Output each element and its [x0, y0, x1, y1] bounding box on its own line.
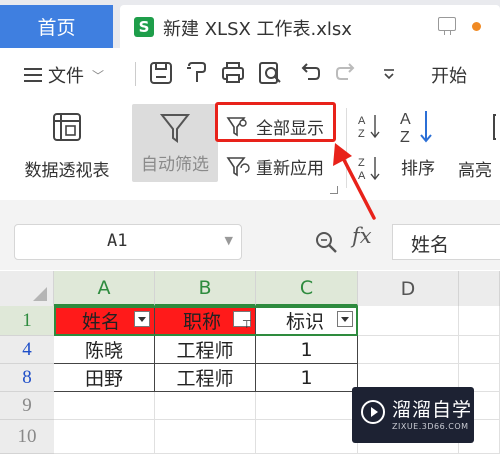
reapply-label: 重新应用 [256, 159, 324, 179]
table-cell[interactable]: 工程师 [155, 336, 256, 364]
dialog-launcher-icon[interactable] [330, 186, 338, 194]
fx-icon[interactable]: fx [352, 224, 372, 248]
table-cell[interactable]: 工程师 [155, 364, 256, 392]
sort-label: 排序 [401, 159, 435, 179]
tab-home[interactable]: 首页 [0, 5, 113, 48]
highlight-duplicates-button[interactable]: 高亮 [458, 112, 500, 181]
svg-text:Z: Z [400, 129, 410, 144]
unsaved-dot-icon [472, 22, 481, 31]
toolbar-divider [135, 62, 136, 86]
save-icon[interactable] [148, 60, 174, 86]
chevron-down-icon: ﹀ [92, 68, 105, 83]
pivot-table-icon [53, 113, 81, 141]
autofilter-label: 自动筛选 [141, 155, 209, 175]
filter-active-icon[interactable] [233, 311, 251, 327]
table-cell[interactable] [358, 306, 459, 336]
table-cell[interactable] [256, 392, 358, 420]
watermark-url: ZIXUE.3D66.COM [392, 422, 469, 431]
table-cell[interactable] [358, 336, 459, 364]
file-menu-button[interactable]: 文件 ﹀ [24, 62, 104, 88]
row-header-10[interactable]: 10 [0, 420, 54, 454]
table-cell[interactable] [155, 420, 256, 454]
svg-text:Z: Z [358, 157, 365, 169]
more-dropdown-icon[interactable] [376, 60, 402, 86]
svg-text:A: A [358, 115, 366, 127]
filter-dropdown-icon[interactable] [134, 311, 150, 327]
column-header-a[interactable]: A [54, 271, 155, 306]
ribbon-divider [346, 108, 347, 188]
redo-icon[interactable] [334, 60, 360, 86]
sort-button[interactable]: A Z 排序 [393, 108, 443, 179]
table-cell[interactable]: 1 [256, 364, 358, 392]
autofilter-button[interactable]: 自动筛选 [132, 104, 218, 182]
spreadsheet-icon: S [134, 17, 154, 37]
highlight-icon [493, 114, 496, 140]
tab-document[interactable]: S 新建 XLSX 工作表.xlsx [120, 5, 500, 48]
formula-bar: A1 ▼ fx 姓名 [0, 218, 500, 270]
format-painter-icon[interactable] [184, 60, 210, 86]
table-cell[interactable] [459, 306, 500, 336]
spreadsheet-icon-letter: S [138, 18, 150, 36]
quick-toolbar: 文件 ﹀ 开始 [0, 48, 500, 98]
hamburger-icon [24, 68, 42, 82]
row-header-4[interactable]: 4 [0, 336, 54, 364]
table-cell[interactable]: 陈晓 [54, 336, 155, 364]
formula-input[interactable]: 姓名 [392, 224, 500, 260]
sort-descending-icon[interactable]: Z A [356, 154, 384, 182]
header-cell-title[interactable]: 职称 [155, 306, 256, 336]
window-display-icon[interactable] [438, 17, 456, 35]
header-cell-flag-text: 标识 [286, 311, 325, 333]
sort-ascending-icon[interactable]: A Z [356, 112, 384, 140]
reapply-button[interactable]: 重新应用 [226, 154, 324, 179]
table-cell[interactable] [155, 392, 256, 420]
title-bar: 首页 S 新建 XLSX 工作表.xlsx [0, 0, 500, 48]
pivot-table-label: 数据透视表 [24, 161, 110, 181]
chevron-down-icon[interactable]: ▼ [225, 234, 233, 247]
column-header-b[interactable]: B [155, 271, 256, 306]
formula-content: 姓名 [411, 234, 450, 256]
filter-reapply-icon [226, 156, 250, 176]
column-header-e[interactable] [459, 271, 500, 306]
svg-text:A: A [400, 111, 411, 128]
show-all-highlight-frame [215, 102, 336, 142]
table-cell[interactable]: 1 [256, 336, 358, 364]
watermark-logo: 溜溜自学 ZIXUE.3D66.COM [352, 387, 474, 443]
column-header-c[interactable]: C [256, 271, 358, 306]
toolbar-gap [0, 200, 500, 218]
svg-text:Z: Z [358, 128, 365, 140]
row-header-8[interactable]: 8 [0, 364, 54, 392]
print-icon[interactable] [220, 60, 246, 86]
table-cell[interactable] [54, 420, 155, 454]
file-menu-label: 文件 [48, 66, 84, 87]
table-cell[interactable] [256, 420, 358, 454]
tab-home-label: 首页 [37, 17, 76, 39]
filter-dropdown-icon[interactable] [337, 311, 353, 327]
header-cell-name[interactable]: 姓名 [54, 306, 155, 336]
highlight-label: 高亮 [458, 161, 492, 181]
pivot-table-button[interactable]: 数据透视表 [18, 112, 116, 181]
header-cell-title-text: 职称 [183, 311, 222, 333]
print-preview-icon[interactable] [257, 60, 283, 86]
table-cell[interactable] [54, 392, 155, 420]
name-box[interactable]: A1 ▼ [14, 224, 242, 260]
row-header-1[interactable]: 1 [0, 306, 54, 336]
tab-document-title: 新建 XLSX 工作表.xlsx [163, 19, 352, 40]
row-header-9[interactable]: 9 [0, 392, 54, 420]
table-cell[interactable] [459, 336, 500, 364]
header-cell-name-text: 姓名 [82, 311, 121, 333]
select-all-corner[interactable] [0, 271, 54, 306]
header-cell-flag[interactable]: 标识 [256, 306, 358, 336]
svg-text:A: A [358, 170, 366, 182]
undo-icon[interactable] [296, 60, 322, 86]
column-header-d[interactable]: D [358, 271, 459, 306]
tab-start[interactable]: 开始 [431, 62, 467, 88]
filter-icon [159, 114, 191, 143]
play-icon [361, 400, 385, 424]
sort-icon: A Z [400, 111, 432, 144]
zoom-search-icon[interactable] [313, 229, 339, 255]
table-cell[interactable]: 田野 [54, 364, 155, 392]
watermark-name: 溜溜自学 [392, 399, 473, 421]
name-box-value: A1 [107, 231, 128, 251]
